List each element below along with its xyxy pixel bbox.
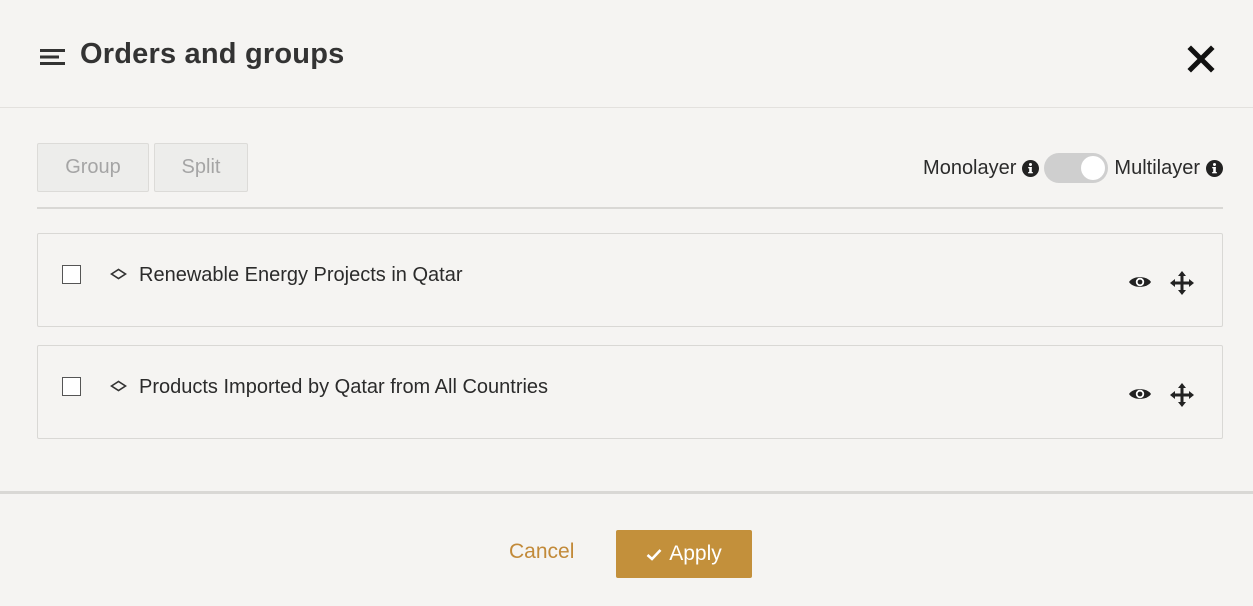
check-icon	[646, 548, 662, 561]
layer-row: Renewable Energy Projects in Qatar	[37, 233, 1223, 327]
layer-checkbox[interactable]	[62, 377, 81, 396]
dialog-title: Orders and groups	[80, 38, 345, 70]
multilayer-label: Multilayer	[1114, 156, 1200, 179]
dialog-footer: Cancel Apply	[0, 494, 1253, 606]
info-icon[interactable]	[1206, 159, 1223, 177]
layer-mode-switch: Monolayer Multilayer	[923, 153, 1223, 183]
close-button[interactable]	[1184, 42, 1218, 76]
layer-label: Renewable Energy Projects in Qatar	[139, 264, 463, 286]
split-button[interactable]: Split	[154, 143, 248, 192]
eye-icon[interactable]	[1128, 386, 1152, 402]
move-arrows-icon[interactable]	[1169, 382, 1195, 408]
info-icon[interactable]	[1022, 159, 1040, 177]
cancel-button[interactable]: Cancel	[509, 540, 574, 564]
apply-label: Apply	[669, 542, 722, 565]
dialog-header: Orders and groups	[0, 0, 1253, 108]
layer-row: Products Imported by Qatar from All Coun…	[37, 345, 1223, 439]
orders-groups-dialog: Orders and groups Group Split Monolayer …	[0, 0, 1253, 606]
close-x-icon	[1187, 45, 1215, 73]
diamond-icon	[110, 268, 127, 280]
toolbar: Group Split Monolayer Multilayer	[37, 143, 1223, 193]
apply-button[interactable]: Apply	[616, 530, 752, 578]
diamond-icon	[110, 380, 127, 392]
layer-label: Products Imported by Qatar from All Coun…	[139, 376, 549, 398]
group-button[interactable]: Group	[37, 143, 149, 192]
layer-mode-toggle[interactable]	[1044, 153, 1109, 183]
toggle-knob	[1081, 156, 1106, 180]
move-arrows-icon[interactable]	[1169, 270, 1195, 296]
toolbar-divider	[37, 207, 1223, 209]
layer-checkbox[interactable]	[62, 265, 81, 284]
monolayer-label: Monolayer	[923, 156, 1017, 179]
menu-lines-icon	[40, 49, 65, 65]
eye-icon[interactable]	[1128, 274, 1152, 290]
